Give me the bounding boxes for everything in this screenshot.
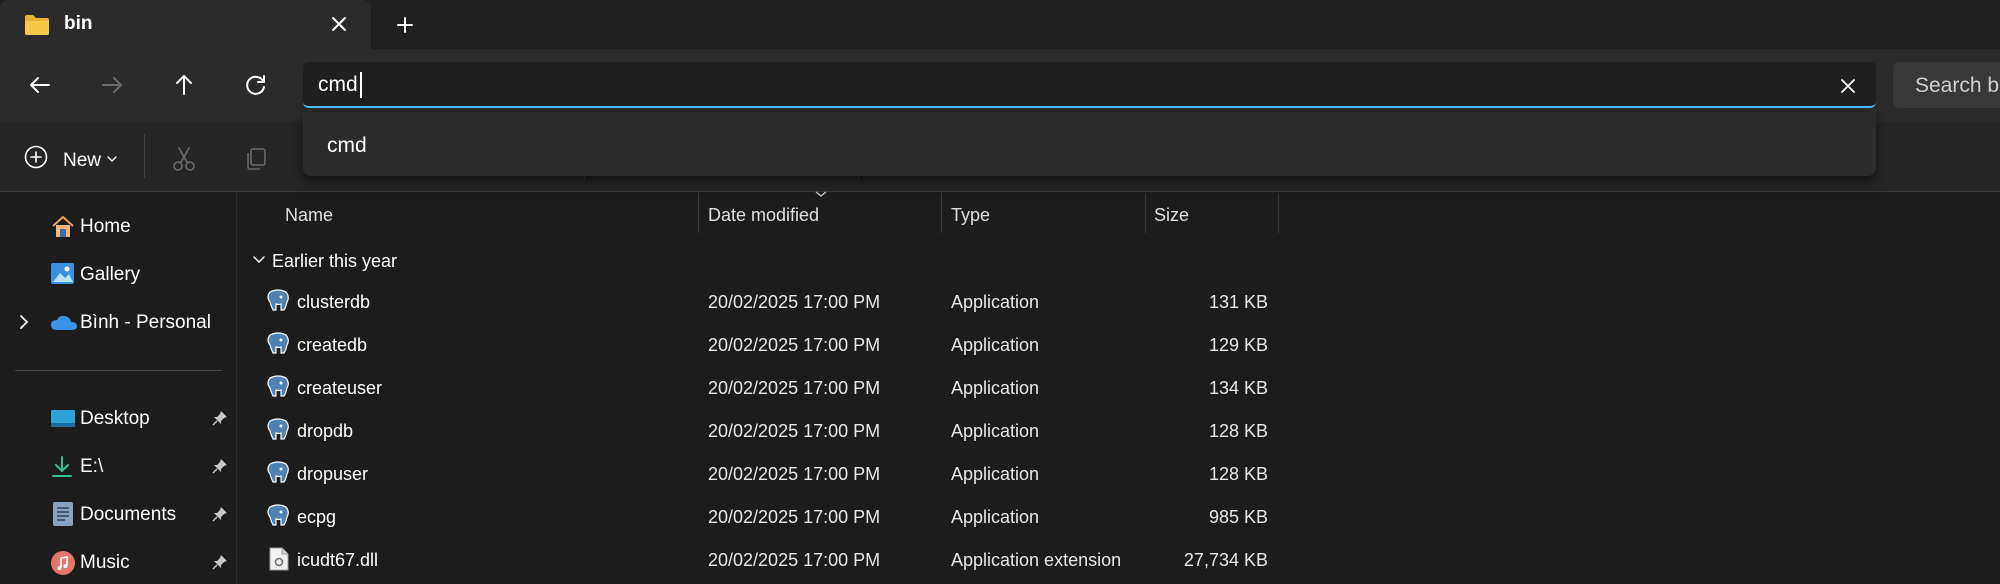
pin-icon[interactable] bbox=[212, 410, 228, 426]
nav-item-desktop[interactable]: Desktop bbox=[80, 408, 150, 430]
file-size: 131 KB bbox=[1208, 292, 1268, 312]
file-date: 20/02/2025 17:00 PM bbox=[708, 378, 881, 398]
file-date: 20/02/2025 17:00 PM bbox=[708, 421, 881, 441]
file-size: 129 KB bbox=[1208, 335, 1268, 355]
file-name[interactable]: icudt67.dll bbox=[297, 550, 378, 571]
onedrive-icon bbox=[50, 314, 78, 332]
column-header-size[interactable]: Size bbox=[1154, 205, 1189, 226]
address-suggestion-dropdown bbox=[303, 112, 1876, 176]
add-circle-icon bbox=[24, 145, 48, 169]
group-header[interactable]: Earlier this year bbox=[272, 251, 397, 272]
file-name[interactable]: dropdb bbox=[297, 421, 353, 442]
clear-address-button[interactable] bbox=[1833, 72, 1863, 100]
postgres-elephant-icon bbox=[265, 374, 291, 400]
tab-bin[interactable] bbox=[0, 0, 371, 49]
nav-item-e-drive[interactable]: E:\ bbox=[80, 456, 103, 478]
close-tab-button[interactable] bbox=[324, 12, 354, 38]
close-icon bbox=[1841, 79, 1855, 93]
file-size: 128 KB bbox=[1208, 464, 1268, 484]
file-date: 20/02/2025 17:00 PM bbox=[708, 464, 881, 484]
postgres-elephant-icon bbox=[265, 503, 291, 529]
postgres-elephant-icon bbox=[265, 460, 291, 486]
column-header-type[interactable]: Type bbox=[951, 205, 990, 226]
nav-item-home[interactable]: Home bbox=[80, 216, 131, 238]
pin-icon[interactable] bbox=[212, 458, 228, 474]
toolbar-divider bbox=[144, 134, 145, 178]
column-divider[interactable] bbox=[698, 193, 699, 233]
new-button[interactable] bbox=[22, 143, 50, 173]
file-name[interactable]: clusterdb bbox=[297, 292, 370, 313]
file-name[interactable]: ecpg bbox=[297, 507, 336, 528]
tab-title: bin bbox=[64, 13, 93, 34]
arrow-right-icon bbox=[102, 77, 122, 93]
up-button[interactable] bbox=[162, 63, 206, 107]
copy-button[interactable] bbox=[242, 145, 270, 173]
file-type: Application bbox=[951, 292, 1040, 312]
pin-icon[interactable] bbox=[212, 554, 228, 570]
file-date: 20/02/2025 17:00 PM bbox=[708, 292, 881, 312]
new-button-label[interactable]: New bbox=[63, 150, 101, 172]
postgres-elephant-icon bbox=[265, 331, 291, 357]
music-icon bbox=[50, 550, 76, 576]
file-name[interactable]: dropuser bbox=[297, 464, 368, 485]
plus-icon bbox=[397, 17, 413, 33]
column-divider[interactable] bbox=[1145, 193, 1146, 233]
cut-button[interactable] bbox=[170, 145, 198, 173]
nav-item-onedrive[interactable]: Bình - Personal bbox=[80, 312, 211, 334]
column-divider[interactable] bbox=[1278, 193, 1279, 233]
nav-item-gallery[interactable]: Gallery bbox=[80, 264, 140, 286]
close-icon bbox=[332, 17, 346, 31]
dll-file-icon bbox=[269, 547, 289, 571]
file-size: 985 KB bbox=[1208, 507, 1268, 527]
pin-icon[interactable] bbox=[212, 506, 228, 522]
documents-icon bbox=[52, 501, 74, 527]
desktop-icon bbox=[50, 409, 76, 429]
file-date: 20/02/2025 17:00 PM bbox=[708, 335, 881, 355]
refresh-button[interactable] bbox=[234, 63, 278, 107]
scissors-icon bbox=[173, 147, 195, 171]
postgres-elephant-icon bbox=[265, 288, 291, 314]
chevron-down-icon[interactable] bbox=[252, 255, 266, 265]
column-divider[interactable] bbox=[941, 193, 942, 233]
home-icon bbox=[50, 214, 76, 240]
file-type: Application bbox=[951, 507, 1040, 527]
address-suggestion-item[interactable]: cmd bbox=[327, 134, 367, 158]
arrow-up-icon bbox=[176, 75, 192, 95]
file-name[interactable]: createuser bbox=[297, 378, 382, 399]
nav-item-music[interactable]: Music bbox=[80, 552, 130, 574]
file-size: 134 KB bbox=[1208, 378, 1268, 398]
column-header-name[interactable]: Name bbox=[285, 205, 333, 226]
column-header-date[interactable]: Date modified bbox=[708, 205, 819, 226]
sort-chevron-icon bbox=[814, 190, 828, 198]
nav-item-documents[interactable]: Documents bbox=[80, 504, 176, 526]
address-input-value[interactable]: cmd bbox=[318, 73, 358, 97]
file-name[interactable]: createdb bbox=[297, 335, 367, 356]
address-input[interactable] bbox=[303, 62, 1876, 108]
file-type: Application bbox=[951, 464, 1040, 484]
forward-button[interactable] bbox=[90, 63, 134, 107]
nav-divider bbox=[15, 370, 222, 371]
file-date: 20/02/2025 17:00 PM bbox=[708, 550, 881, 570]
arrow-left-icon bbox=[30, 77, 50, 93]
folder-icon bbox=[24, 14, 50, 36]
chevron-down-icon[interactable] bbox=[106, 154, 118, 164]
file-type: Application bbox=[951, 335, 1040, 355]
chevron-right-icon[interactable] bbox=[18, 314, 30, 330]
file-size: 128 KB bbox=[1208, 421, 1268, 441]
search-placeholder: Search bin bbox=[1915, 74, 2000, 97]
file-type: Application bbox=[951, 421, 1040, 441]
gallery-icon bbox=[50, 262, 76, 286]
refresh-icon bbox=[246, 75, 265, 95]
file-type: Application extension bbox=[951, 550, 1122, 570]
text-caret bbox=[360, 72, 362, 98]
copy-icon bbox=[247, 148, 266, 170]
postgres-elephant-icon bbox=[265, 417, 291, 443]
file-date: 20/02/2025 17:00 PM bbox=[708, 507, 881, 527]
back-button[interactable] bbox=[18, 63, 62, 107]
file-type: Application bbox=[951, 378, 1040, 398]
new-tab-button[interactable] bbox=[390, 11, 420, 39]
download-icon bbox=[50, 455, 74, 479]
file-size: 27,734 KB bbox=[1183, 550, 1268, 570]
